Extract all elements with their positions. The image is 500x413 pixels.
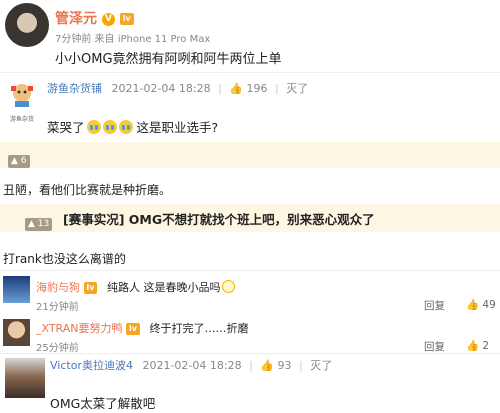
reply-button[interactable]: 回复 bbox=[424, 339, 445, 354]
reply-avatar[interactable] bbox=[3, 276, 30, 303]
reply-text: 终于打完了……折磨 bbox=[149, 322, 249, 335]
reply-author-name[interactable]: 海豹与狗 bbox=[36, 281, 80, 294]
post-text: 小小OMG竟然拥有阿咧和阿牛两位上单 bbox=[55, 52, 282, 67]
comment-author-name[interactable]: Victor奥拉迪波4 bbox=[50, 359, 133, 372]
upvote-badge: ▲ 6 bbox=[8, 155, 30, 168]
like-button[interactable]: 👍 2 bbox=[466, 339, 489, 352]
like-button[interactable]: 👍 196 bbox=[229, 82, 271, 95]
thumbs-up-icon: 👍 bbox=[466, 299, 480, 311]
like-button[interactable]: 👍 49 bbox=[466, 298, 496, 311]
crying-emoji-icon bbox=[118, 120, 133, 134]
post-author-avatar[interactable] bbox=[5, 3, 49, 47]
reply-time: 25分钟前 bbox=[36, 343, 79, 354]
verified-badge-icon: V bbox=[101, 12, 115, 26]
post-meta: 7分钟前 来自 iPhone 11 Pro Max bbox=[55, 34, 211, 45]
thumbs-up-icon: 👍 bbox=[466, 340, 480, 352]
divider bbox=[0, 72, 500, 73]
level-badge-icon: lv bbox=[126, 323, 140, 335]
reply-author-name[interactable]: _XTRAN要努力鸭 bbox=[36, 322, 123, 335]
divider bbox=[0, 270, 500, 271]
avatar-caption: 游鱼杂货 bbox=[9, 116, 34, 123]
cartoon-icon bbox=[11, 84, 33, 107]
level-badge-icon: lv bbox=[83, 282, 98, 294]
quote-header bbox=[0, 142, 500, 168]
like-count: 93 bbox=[277, 359, 292, 372]
comment-date: 2021-02-04 18:28 bbox=[142, 359, 242, 372]
comment-text: 菜哭了 bbox=[47, 120, 85, 135]
comment-text-tail: 这是职业选手? bbox=[132, 120, 219, 135]
reply-text: 纯路人 这是春晚小品吗 bbox=[106, 281, 221, 294]
post-author-name[interactable]: 管泽元 bbox=[55, 11, 97, 27]
divider bbox=[0, 353, 500, 354]
level-badge-icon: lv bbox=[119, 13, 134, 25]
comment-avatar[interactable] bbox=[5, 358, 45, 398]
quote-title[interactable]: [赛事实况] OMG不想打就找个班上吧，别来恶心观众了 bbox=[63, 209, 375, 228]
quote-text: 打rank也没这么离谱的 bbox=[3, 252, 126, 266]
smile-emoji-icon bbox=[222, 280, 236, 293]
comment-date: 2021-02-04 18:28 bbox=[111, 82, 211, 95]
quote-text: 丑陋，看他们比赛就是种折磨。 bbox=[3, 183, 172, 197]
thumbs-up-icon: 👍 bbox=[260, 359, 274, 372]
thumbs-up-icon: 👍 bbox=[229, 82, 244, 95]
reply-button[interactable]: 灭了 bbox=[310, 359, 332, 372]
like-count: 2 bbox=[482, 340, 490, 352]
comment-author-name[interactable]: 游鱼杂货铺 bbox=[47, 82, 102, 95]
like-count: 196 bbox=[246, 82, 268, 95]
comment-text: OMG太菜了解散吧 bbox=[50, 396, 156, 411]
reply-button[interactable]: 灭了 bbox=[286, 82, 308, 95]
like-button[interactable]: 👍 93 bbox=[260, 359, 295, 372]
crying-emoji-icon bbox=[102, 120, 117, 134]
reply-button[interactable]: 回复 bbox=[424, 298, 445, 313]
upvote-badge: ▲ 13 bbox=[25, 218, 53, 231]
comment-avatar[interactable] bbox=[5, 80, 39, 114]
reply-avatar[interactable] bbox=[3, 319, 30, 346]
like-count: 49 bbox=[482, 299, 496, 311]
crying-emoji-icon bbox=[86, 120, 101, 134]
reply-time: 21分钟前 bbox=[36, 302, 79, 313]
